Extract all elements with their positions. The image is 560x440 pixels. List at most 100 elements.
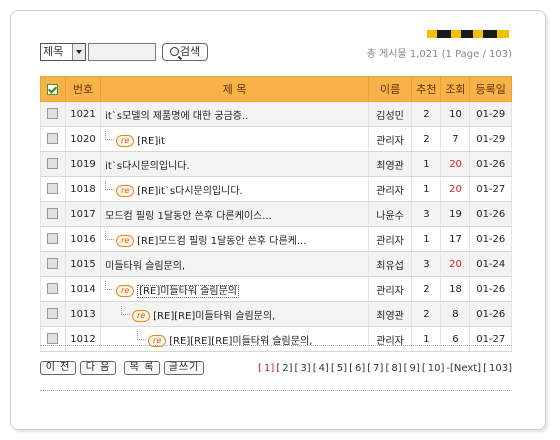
prev-button[interactable]: 이 전: [40, 361, 76, 375]
checkbox-icon: [47, 283, 59, 295]
page-link[interactable]: [5]: [331, 363, 347, 374]
table-row[interactable]: 1016 re [RE]모드컴 필링 1달동안 쓴후 다른케... 관리자 1 17 01-…: [40, 226, 512, 252]
row-views: 18: [440, 276, 471, 302]
row-title-link[interactable]: [RE][RE]미들타워 슬림문의,: [153, 311, 275, 322]
page-last-link[interactable]: [103]: [483, 363, 512, 374]
row-checkbox[interactable]: [40, 201, 66, 227]
search-input[interactable]: [88, 43, 156, 61]
checkbox-icon: [47, 208, 59, 220]
row-checkbox[interactable]: [40, 101, 66, 127]
page-next-link[interactable]: -[Next]: [446, 363, 481, 374]
row-title-cell: it`s다시문의입니다.: [100, 151, 369, 177]
table-row[interactable]: 1013 re [RE][RE]미들타워 슬림문의, 최영관 2 8 01-26: [40, 301, 512, 327]
page-link[interactable]: [10]: [422, 363, 445, 374]
table-row[interactable]: 1018 re [RE]it`s다시문의입니다. 관리자 1 20 01-27: [40, 176, 512, 202]
row-title-link[interactable]: 미들타워 슬림문의,: [105, 261, 185, 272]
reply-badge-icon: re: [116, 135, 135, 147]
row-views: 7: [440, 126, 471, 152]
row-checkbox[interactable]: [40, 276, 66, 302]
page-link[interactable]: [3]: [295, 363, 311, 374]
table-row[interactable]: 1021 it`s모델의 제품명에 대한 궁금증.. 김성민 2 10 01-29: [40, 101, 512, 127]
search-button[interactable]: 검색: [162, 43, 208, 61]
row-views: 8: [440, 301, 471, 327]
row-checkbox[interactable]: [40, 176, 66, 202]
row-recommend: 1: [411, 176, 442, 202]
table-row[interactable]: 1012 re [RE][RE][RE]미들타워 슬림문의, 관리자 1 6 01-27: [40, 326, 512, 352]
row-number: 1013: [64, 301, 102, 327]
page-link[interactable]: [6]: [349, 363, 365, 374]
row-title-cell: 모드컴 필링 1달동안 쓴후 다른케이스...: [100, 201, 369, 227]
col-header-title: 제 목: [100, 76, 369, 102]
checkbox-icon: [47, 308, 59, 320]
row-title-cell: it`s모델의 제품명에 대한 궁금증..: [100, 101, 369, 127]
row-views: 20: [440, 151, 471, 177]
row-author: 관리자: [367, 126, 413, 152]
row-views: 19: [440, 201, 471, 227]
row-number: 1018: [64, 176, 102, 202]
row-title-cell: re [RE][RE]미들타워 슬림문의,: [100, 301, 369, 327]
row-author: 최영관: [367, 301, 413, 327]
post-count: 총 게시물 1,021 (1 Page / 103): [366, 49, 512, 60]
pagination: [1][2][3][4][5][6][7][8][9][10] -[Next][1…: [256, 363, 512, 374]
row-checkbox[interactable]: [40, 126, 66, 152]
row-title-cell: re [RE]모드컴 필링 1달동안 쓴후 다른케...: [100, 226, 369, 252]
chevron-down-icon[interactable]: [72, 44, 85, 60]
row-checkbox[interactable]: [40, 301, 66, 327]
row-date: 01-24: [469, 251, 512, 277]
checkbox-icon: [47, 108, 59, 120]
list-button[interactable]: 목 록: [124, 361, 160, 375]
row-views: 20: [440, 176, 471, 202]
page-current[interactable]: [1]: [258, 363, 274, 374]
row-date: 01-26: [469, 151, 512, 177]
row-number: 1017: [64, 201, 102, 227]
row-checkbox[interactable]: [40, 251, 66, 277]
row-recommend: 2: [411, 276, 442, 302]
table-row[interactable]: 1020 re [RE]it 관리자 2 7 01-29: [40, 126, 512, 152]
row-checkbox[interactable]: [40, 151, 66, 177]
row-recommend: 2: [411, 301, 442, 327]
row-author: 관리자: [367, 326, 413, 352]
row-date: 01-29: [469, 101, 512, 127]
row-title-link[interactable]: 모드컴 필링 1달동안 쓴후 다른케이스...: [105, 211, 272, 222]
page-link[interactable]: [9]: [404, 363, 420, 374]
table-row[interactable]: 1017 모드컴 필링 1달동안 쓴후 다른케이스... 나윤수 3 19 01-26: [40, 201, 512, 227]
write-button[interactable]: 글쓰기: [164, 361, 204, 375]
checkbox-icon: [47, 183, 59, 195]
row-date: 01-26: [469, 301, 512, 327]
row-title-link[interactable]: it`s다시문의입니다.: [105, 161, 190, 172]
row-title-link[interactable]: [RE]it: [137, 136, 165, 147]
divider-top: [40, 345, 512, 346]
page-link[interactable]: [8]: [385, 363, 401, 374]
page-link[interactable]: [7]: [367, 363, 383, 374]
row-title-link[interactable]: [RE]미들타워 슬림문의: [137, 285, 240, 298]
reply-badge-icon: re: [116, 185, 135, 197]
next-button[interactable]: 다 음: [80, 361, 116, 375]
row-date: 01-26: [469, 226, 512, 252]
table-row[interactable]: 1015 미들타워 슬림문의, 최유섭 3 20 01-24: [40, 251, 512, 277]
page-link[interactable]: [2]: [276, 363, 292, 374]
row-title-link[interactable]: [RE]모드컴 필링 1달동안 쓴후 다른케...: [137, 236, 306, 247]
page-link[interactable]: [4]: [313, 363, 329, 374]
reply-branch-icon: [105, 181, 115, 190]
row-checkbox[interactable]: [40, 226, 66, 252]
col-header-number: 번호: [64, 76, 102, 102]
row-author: 김성민: [367, 101, 413, 127]
col-header-views: 조회: [440, 76, 471, 102]
reply-branch-icon: [137, 331, 147, 340]
row-checkbox[interactable]: [40, 326, 66, 352]
row-title-link[interactable]: [RE]it`s다시문의입니다.: [137, 186, 243, 197]
row-author: 최유섭: [367, 251, 413, 277]
row-date: 01-26: [469, 201, 512, 227]
search-field-select[interactable]: 제목: [40, 43, 86, 61]
table-row[interactable]: 1014 re [RE]미들타워 슬림문의 관리자 2 18 01-26: [40, 276, 512, 302]
row-title-cell: re [RE]미들타워 슬림문의: [100, 276, 369, 302]
table-row[interactable]: 1019 it`s다시문의입니다. 최영관 1 20 01-26: [40, 151, 512, 177]
row-number: 1012: [64, 326, 102, 352]
row-date: 01-29: [469, 126, 512, 152]
check-icon: [47, 84, 59, 95]
row-title-link[interactable]: it`s모델의 제품명에 대한 궁금증..: [105, 111, 248, 122]
select-all-checkbox[interactable]: [40, 76, 66, 102]
row-recommend: 2: [411, 101, 442, 127]
row-date: 01-27: [469, 326, 512, 352]
col-header-date: 등록일: [469, 76, 512, 102]
